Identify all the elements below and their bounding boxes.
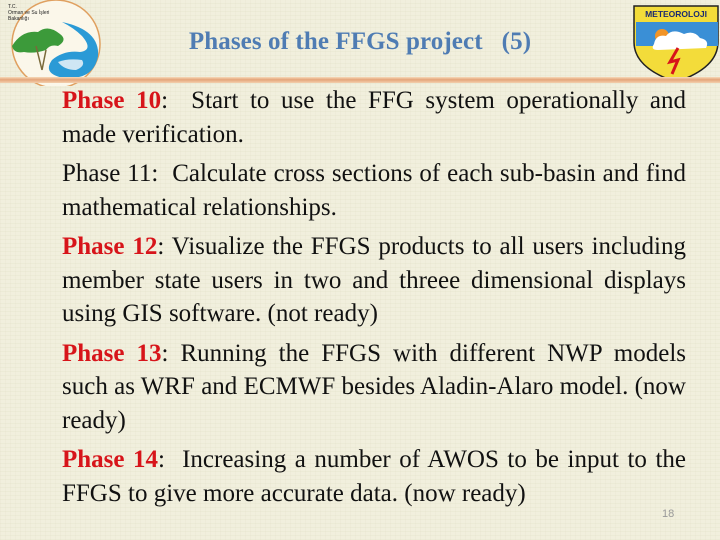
phase-item-14: Phase 14: Increasing a number of AWOS to… <box>62 443 686 510</box>
phases-list: Phase 10: Start to use the FFG system op… <box>62 84 686 516</box>
phase-item-11: Phase 11: Calculate cross sections of ea… <box>62 157 686 224</box>
header-divider <box>0 77 720 83</box>
phase-item-12: Phase 12: Visualize the FFGS products to… <box>62 230 686 331</box>
phase-label: Phase 14 <box>62 446 159 473</box>
phase-label: Phase 10 <box>62 87 162 114</box>
phase-label: Phase 12 <box>62 233 158 260</box>
phase-separator: : <box>158 446 165 473</box>
phase-label: Phase 11 <box>62 160 152 187</box>
phase-separator: : <box>161 87 169 114</box>
phase-item-13: Phase 13: Running the FFGS with differen… <box>62 337 686 438</box>
meteoroloji-logo-text: METEOROLOJI <box>645 9 707 19</box>
ministry-logo-line-3: Bakanlığı <box>8 16 29 22</box>
slide-title: Phases of the FFGS project (5) <box>188 28 532 55</box>
page-number: 18 <box>662 508 675 520</box>
ministry-logo-line-2: Orman ve Su İşleri <box>8 9 49 16</box>
phase-item-10: Phase 10: Start to use the FFG system op… <box>62 84 686 151</box>
phase-label: Phase 13 <box>62 339 162 367</box>
